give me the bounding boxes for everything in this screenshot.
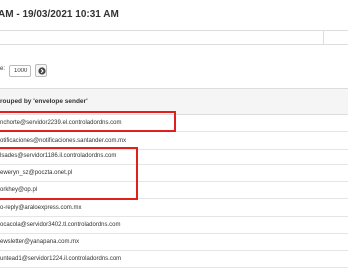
toolbar-divider [0,44,348,45]
sender-email: orkhey@op.pl [0,187,38,193]
go-button[interactable] [35,64,47,77]
title-divider [0,30,348,31]
sender-email: nchorte@servidor2239.el.controladordns.c… [0,120,122,126]
report-page: AM - 19/03/2021 10:31 AM e: rouped by 'e… [0,0,348,268]
table-header-label: rouped by 'envelope sender' [0,98,88,105]
limit-row: e: [0,56,348,86]
chevron-right-circle-icon [38,67,46,75]
table-row: orkhey@op.pl [0,182,348,199]
sender-email: untead1@servidor1224.il.controladordns.c… [0,256,122,262]
table-row: untead1@servidor1224.il.controladordns.c… [0,251,348,268]
table-row: lsades@servidor1186.il.controladordns.co… [0,148,348,165]
limit-label: e: [0,66,6,72]
sender-email: ocacola@servidor3402.tl.controladordns.c… [0,222,121,228]
sender-email: ewsletter@yanapana.com.mx [0,239,80,245]
table-row: ewsletter@yanapana.com.mx [0,234,348,251]
sender-email: eweryn_sz@poczta.onet.pl [0,170,73,176]
table-row: nchorte@servidor2239.el.controladordns.c… [0,115,348,132]
table-row: ocacola@servidor3402.tl.controladordns.c… [0,217,348,234]
table-row: o-reply@araloexpress.com.mx [0,200,348,217]
sender-email: o-reply@araloexpress.com.mx [0,205,82,211]
sender-email: lsades@servidor1186.il.controladordns.co… [0,153,117,159]
table-row: eweryn_sz@poczta.onet.pl [0,165,348,182]
toolbar-separator [323,31,324,44]
table-header: rouped by 'envelope sender' [0,89,348,115]
report-title: AM - 19/03/2021 10:31 AM [0,9,119,20]
limit-input[interactable] [9,65,31,77]
